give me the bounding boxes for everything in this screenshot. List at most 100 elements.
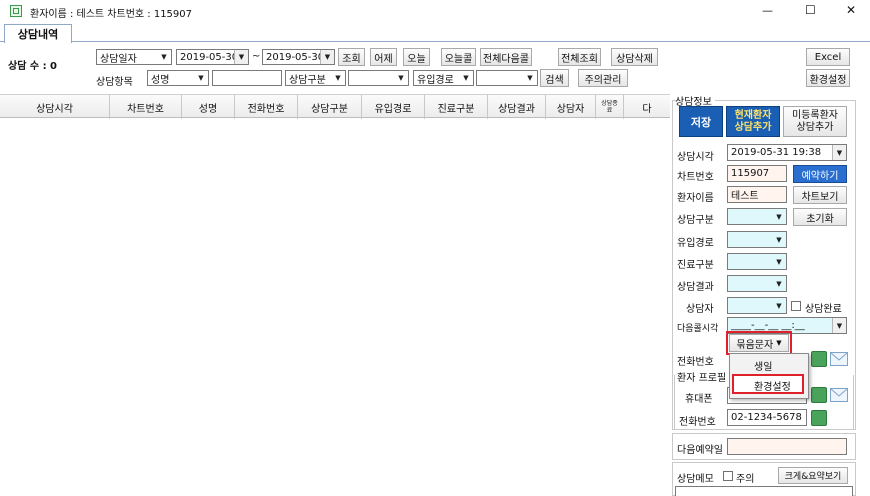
next-reserve-field[interactable] <box>727 438 847 455</box>
tab-strip <box>0 22 870 42</box>
call-icon[interactable] <box>811 351 827 367</box>
search-keyword-input[interactable] <box>212 70 282 86</box>
chart-number-field[interactable]: 115907 <box>727 165 787 182</box>
caution-manage-button[interactable]: 주의관리 <box>578 69 628 87</box>
maximize-icon[interactable]: ☐ <box>805 3 816 17</box>
inflow-filter-select[interactable]: ▼ <box>476 70 538 86</box>
date-from-value: 2019-05-30 <box>180 51 239 63</box>
call-icon[interactable] <box>811 387 827 403</box>
consult-type-filter[interactable]: 상담구분 ▼ <box>285 70 346 86</box>
add-current-line2: 상담추가 <box>734 121 772 133</box>
mail-icon[interactable] <box>830 352 848 366</box>
menu-item-birthday[interactable]: 생일 <box>754 358 772 373</box>
chevron-down-icon: ▼ <box>527 74 533 82</box>
search-item-value: 성명 <box>151 74 170 86</box>
header-counselor[interactable]: 상담자 <box>546 95 596 119</box>
add-unreg-line1: 미등록환자 <box>792 109 838 121</box>
header-name[interactable]: 성명 <box>182 95 235 119</box>
excel-button[interactable]: Excel <box>806 48 850 66</box>
header-consult-done[interactable]: 상담종료 <box>596 95 624 119</box>
today-call-button[interactable]: 오늘콜 <box>441 48 476 66</box>
today-button[interactable]: 오늘 <box>403 48 430 66</box>
counselor-select[interactable]: ▼ <box>727 297 787 314</box>
header-result[interactable]: 상담결과 <box>488 95 546 119</box>
consult-time-value: 2019-05-31 19:38 <box>731 147 822 158</box>
header-next[interactable]: 다 <box>624 95 670 119</box>
close-icon[interactable]: ✕ <box>846 3 856 17</box>
time-label: 상담시각 <box>677 152 714 163</box>
consult-type-filter-value: 상담구분 <box>289 74 326 86</box>
caution-checkbox[interactable] <box>723 471 733 481</box>
patient-name-field[interactable]: 테스트 <box>727 186 787 203</box>
search-item-label: 상담항목 <box>96 77 133 88</box>
header-chart-no[interactable]: 차트번호 <box>110 95 182 119</box>
minimize-icon[interactable]: — <box>762 4 773 17</box>
header-consult-time[interactable]: 상담시각 <box>0 95 110 119</box>
memo-textarea[interactable] <box>675 486 853 496</box>
mail-icon[interactable] <box>830 388 848 402</box>
calendar-dropdown-icon: ▼ <box>234 50 248 64</box>
all-next-call-button[interactable]: 전체다음콜 <box>480 48 532 66</box>
save-button[interactable]: 저장 <box>679 106 723 137</box>
chevron-down-icon: ▼ <box>776 235 782 244</box>
env-settings-button[interactable]: 환경설정 <box>806 69 850 87</box>
phone2-field[interactable]: 02-1234-5678 <box>727 409 807 426</box>
consult-type-filter-select[interactable]: ▼ <box>348 70 409 86</box>
next-call-label: 다음콜시각 <box>677 324 719 334</box>
header-treatment[interactable]: 진료구분 <box>425 95 488 119</box>
app-icon <box>10 5 22 17</box>
consult-done-label: 상담완료 <box>805 304 842 315</box>
result-select[interactable]: ▼ <box>727 275 787 292</box>
treatment-label: 진료구분 <box>677 260 714 271</box>
delete-consult-button[interactable]: 상담삭제 <box>611 48 658 66</box>
chevron-down-icon: ▼ <box>161 53 167 61</box>
save-label: 저장 <box>690 115 712 129</box>
header-inflow[interactable]: 유입경로 <box>362 95 425 119</box>
chart-label: 차트번호 <box>677 172 714 183</box>
inflow-select[interactable]: ▼ <box>727 231 787 248</box>
add-current-line1: 현재환자 <box>734 109 772 121</box>
add-unreg-line2: 상담추가 <box>796 121 834 133</box>
consult-type-select[interactable]: ▼ <box>727 208 787 225</box>
search-button-2[interactable]: 검색 <box>540 69 569 87</box>
chart-view-button[interactable]: 차트보기 <box>793 186 847 204</box>
title-bar: 환자이름 : 테스트 차트번호 : 115907 — ☐ ✕ <box>0 0 870 22</box>
date-type-select[interactable]: 상담일자 ▼ <box>96 49 172 65</box>
chevron-down-icon: ▼ <box>398 74 404 82</box>
search-item-select[interactable]: 성명 ▼ <box>147 70 209 86</box>
caret-down-icon: ▼ <box>776 339 782 347</box>
reserve-button[interactable]: 예약하기 <box>793 165 847 183</box>
reset-button[interactable]: 초기화 <box>793 208 847 226</box>
name-label: 환자이름 <box>677 193 714 204</box>
search-button[interactable]: 조회 <box>338 48 365 66</box>
inflow-filter[interactable]: 유입경로 ▼ <box>413 70 474 86</box>
chevron-down-icon: ▼ <box>832 318 846 333</box>
header-consult-type[interactable]: 상담구분 <box>298 95 362 119</box>
phone-label: 전화번호 <box>677 357 714 368</box>
result-label: 상담결과 <box>677 282 714 293</box>
all-search-button[interactable]: 전체조회 <box>558 48 601 66</box>
consult-time-field[interactable]: 2019-05-31 19:38 ▼ <box>727 144 847 161</box>
group-sms-button[interactable]: 묶음문자 ▼ <box>729 334 789 352</box>
add-current-patient-button[interactable]: 현재환자 상담추가 <box>726 106 780 137</box>
group-sms-menu: 생일 환경설정 <box>729 353 809 399</box>
menu-item-env-settings[interactable]: 환경설정 <box>754 378 791 393</box>
header-phone[interactable]: 전화번호 <box>235 95 298 119</box>
call-icon[interactable] <box>811 410 827 426</box>
mobile-label: 휴대폰 <box>685 394 713 405</box>
tab-consult-history[interactable]: 상담내역 <box>4 24 72 43</box>
consult-info-panel: 상담정보 저장 현재환자 상담추가 미등록환자 상담추가 상담시각 2019-0… <box>671 93 857 496</box>
next-reserve-label: 다음예약일 <box>677 445 723 456</box>
chevron-down-icon: ▼ <box>335 74 341 82</box>
treatment-select[interactable]: ▼ <box>727 253 787 270</box>
consult-done-checkbox[interactable] <box>791 301 801 311</box>
date-from-field[interactable]: 2019-05-30 ▼ <box>176 49 249 65</box>
tab-label: 상담내역 <box>17 28 59 41</box>
add-unregistered-patient-button[interactable]: 미등록환자 상담추가 <box>783 106 847 137</box>
phone2-label: 전화번호 <box>679 417 716 428</box>
chevron-down-icon: ▼ <box>776 212 782 221</box>
yesterday-button[interactable]: 어제 <box>370 48 397 66</box>
summary-view-button[interactable]: 크게&요약보기 <box>778 467 848 484</box>
chevron-down-icon: ▼ <box>776 301 782 310</box>
date-to-field[interactable]: 2019-05-30 ▼ <box>262 49 335 65</box>
